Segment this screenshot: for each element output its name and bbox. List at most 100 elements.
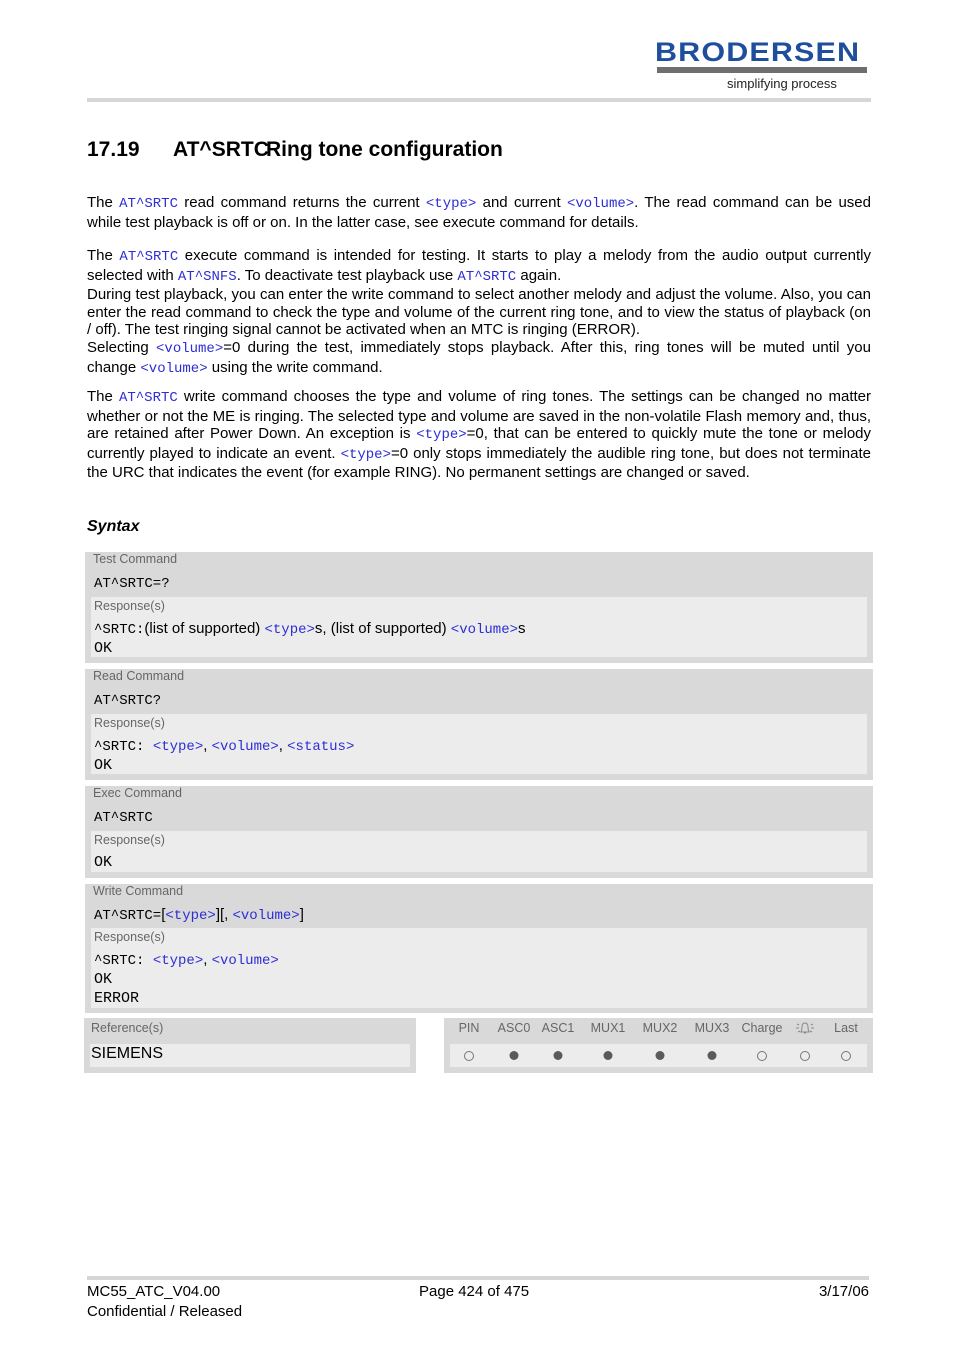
write-response-error: ERROR	[94, 990, 140, 1007]
response-prefix: ^SRTC:	[94, 622, 145, 638]
text: s, (list of supported)	[314, 620, 451, 637]
test-command-block: Test Command AT^SRTC=? Response(s) ^SRTC…	[85, 552, 873, 663]
exec-command: AT^SRTC	[94, 810, 153, 826]
text: read command returns the current	[177, 194, 426, 211]
empty-circle-icon	[464, 1051, 474, 1061]
test-response: Response(s) ^SRTC:(list of supported) <t…	[91, 597, 867, 657]
write-response-ok: OK	[94, 971, 113, 988]
read-response-line: ^SRTC: <type>, <volume>, <status>	[94, 737, 354, 755]
param-link-type[interactable]: <type>	[416, 427, 466, 443]
param-link-volume[interactable]: <volume>	[567, 196, 634, 212]
flags-row	[450, 1044, 867, 1067]
test-response-ok: OK	[94, 640, 113, 657]
param-link-type[interactable]: <type>	[426, 196, 476, 212]
text: s	[518, 620, 526, 637]
param-link-volume[interactable]: <volume>	[140, 361, 207, 377]
flag-header-charge: Charge	[741, 1021, 783, 1035]
param-link-volume[interactable]: <volume>	[156, 341, 223, 357]
empty-circle-icon	[757, 1051, 767, 1061]
response-label: Response(s)	[94, 930, 165, 944]
command-link[interactable]: AT^SRTC	[119, 390, 178, 406]
param-link-type[interactable]: <type>	[153, 739, 203, 755]
separator: ,	[203, 951, 212, 968]
filled-circle-icon	[509, 1051, 519, 1060]
footer-date: 3/17/06	[818, 1283, 869, 1300]
flag-header-last: Last	[834, 1021, 858, 1035]
command-prefix: AT^SRTC=	[94, 908, 162, 924]
read-response: Response(s) ^SRTC: <type>, <volume>, <st…	[91, 714, 867, 774]
flag-header-pin: PIN	[458, 1021, 480, 1035]
text: The	[87, 194, 120, 211]
flag-header-asc1: ASC1	[541, 1021, 575, 1035]
section-command: AT^SRTC	[173, 138, 269, 161]
bracket: ][,	[215, 906, 233, 923]
filled-circle-icon	[655, 1051, 665, 1060]
bracket: ]	[299, 906, 304, 923]
footer-divider	[87, 1276, 869, 1280]
interface-flags-table: PIN ASC0 ASC1 MUX1 MUX2 MUX3 Charge Last	[444, 1018, 873, 1073]
paragraph-read-command: The AT^SRTC read command returns the cur…	[87, 194, 871, 231]
response-prefix: ^SRTC:	[94, 953, 153, 969]
filled-circle-icon	[603, 1051, 613, 1060]
exec-response-ok: OK	[94, 854, 113, 871]
flag-header-mux3: MUX3	[694, 1021, 730, 1035]
param-link-type[interactable]: <type>	[341, 447, 391, 463]
command-link[interactable]: AT^SRTC	[457, 269, 516, 285]
write-command: AT^SRTC=[<type>][, <volume>]	[94, 906, 304, 924]
logo-bar	[657, 67, 867, 73]
section-title-text: Ring tone configuration	[266, 138, 503, 161]
filled-circle-icon	[707, 1051, 717, 1060]
read-response-ok: OK	[94, 757, 113, 774]
header-divider	[87, 98, 871, 102]
param-link-status[interactable]: <status>	[287, 739, 354, 755]
param-link-type[interactable]: <type>	[264, 622, 314, 638]
read-command-block: Read Command AT^SRTC? Response(s) ^SRTC:…	[85, 669, 873, 780]
response-label: Response(s)	[94, 833, 165, 847]
param-link-type[interactable]: <type>	[165, 908, 215, 924]
section-title: 17.19 AT^SRTCRing tone configuration	[87, 138, 503, 162]
param-link-volume[interactable]: <volume>	[451, 622, 518, 638]
separator: ,	[278, 737, 288, 754]
response-label: Response(s)	[94, 599, 165, 613]
flag-header-mux1: MUX1	[590, 1021, 626, 1035]
reference-box: Reference(s) SIEMENS	[84, 1018, 416, 1073]
text: The	[87, 388, 119, 405]
separator: ,	[203, 737, 212, 754]
test-command-label: Test Command	[93, 552, 178, 566]
read-command-label: Read Command	[93, 669, 185, 683]
write-command-label: Write Command	[93, 884, 184, 898]
text: again.	[516, 266, 562, 284]
test-command: AT^SRTC=?	[94, 576, 170, 592]
text: . To deactivate test playback use	[236, 266, 458, 284]
paragraph-execute-command: The AT^SRTC execute command is intended …	[87, 247, 871, 378]
text: Selecting	[87, 338, 157, 356]
test-response-line: ^SRTC:(list of supported) <type>s, (list…	[94, 620, 526, 638]
footer-page-number: Page 424 of 475	[419, 1283, 530, 1300]
reference-value-box: SIEMENS	[90, 1044, 410, 1067]
text: using the write command.	[207, 358, 383, 376]
param-link-type[interactable]: <type>	[153, 953, 203, 969]
read-command: AT^SRTC?	[94, 693, 162, 709]
footer-status: Confidential / Released	[87, 1303, 243, 1320]
command-link[interactable]: AT^SRTC	[119, 196, 178, 212]
write-command-block: Write Command AT^SRTC=[<type>][, <volume…	[85, 884, 873, 1013]
param-link-volume[interactable]: <volume>	[212, 953, 279, 969]
syntax-heading: Syntax	[87, 518, 140, 535]
section-number: 17.19	[87, 138, 140, 161]
brodersen-logo: BRODERSEN	[655, 37, 861, 67]
empty-circle-icon	[800, 1051, 810, 1061]
command-link[interactable]: AT^SRTC	[119, 249, 178, 265]
exec-command-label: Exec Command	[93, 786, 182, 800]
exec-command-block: Exec Command AT^SRTC Response(s) OK	[85, 786, 873, 878]
text: and current	[476, 194, 567, 211]
flag-header-mux2: MUX2	[642, 1021, 678, 1035]
flag-header-asc0: ASC0	[497, 1021, 531, 1035]
reference-label: Reference(s)	[91, 1021, 164, 1035]
param-link-volume[interactable]: <volume>	[232, 908, 299, 924]
command-link-snfs[interactable]: AT^SNFS	[178, 269, 237, 285]
exec-response: Response(s) OK	[91, 831, 867, 872]
ringing-bell-icon	[795, 1020, 815, 1039]
param-link-volume[interactable]: <volume>	[212, 739, 279, 755]
write-response: Response(s) ^SRTC: <type>, <volume> OK E…	[91, 928, 867, 1008]
logo-tagline: simplifying process	[727, 76, 837, 91]
